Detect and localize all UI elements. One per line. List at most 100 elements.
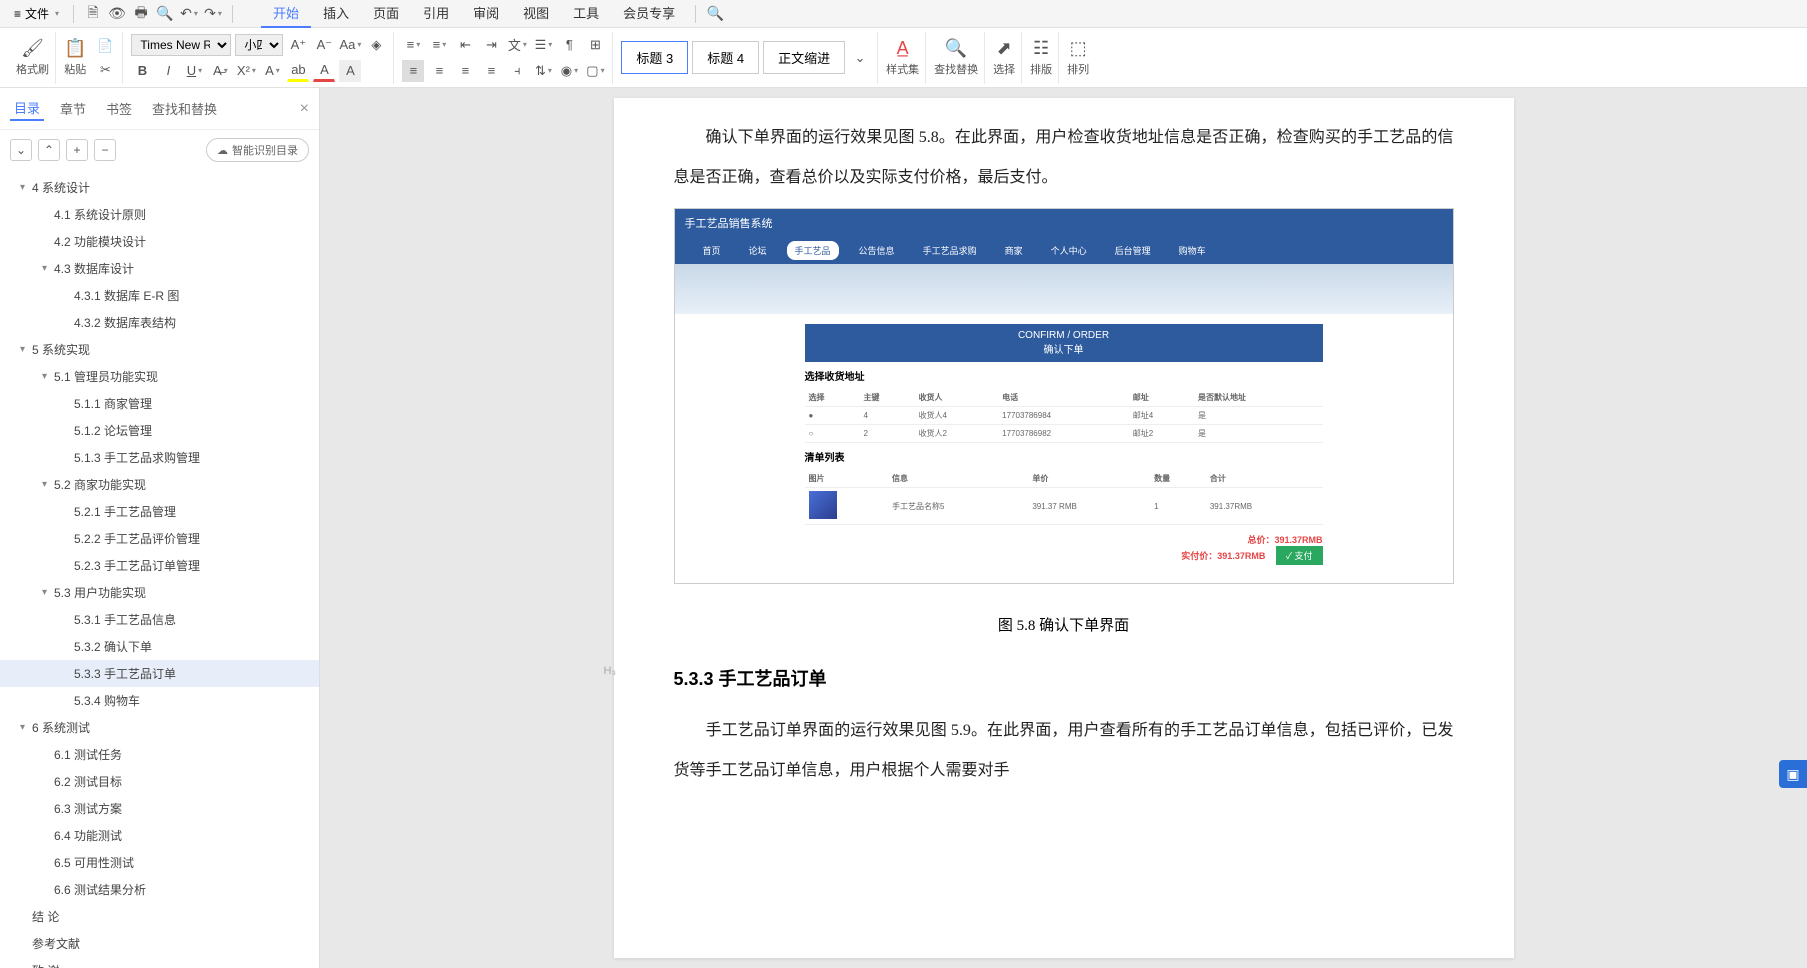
toc-item[interactable]: 结 论 — [0, 903, 319, 930]
number-list-button[interactable]: ≡▾ — [428, 34, 450, 56]
format-brush-button[interactable]: 🖌 格式刷 — [16, 38, 49, 77]
align-left-button[interactable]: ≡ — [402, 60, 424, 82]
panel-close-button[interactable]: × — [300, 100, 309, 118]
align-center-button[interactable]: ≡ — [428, 60, 450, 82]
change-case-button[interactable]: Aa▾ — [339, 34, 361, 56]
toc-item[interactable]: 致 谢 — [0, 957, 319, 968]
increase-font-button[interactable]: A⁺ — [287, 34, 309, 56]
toc-item[interactable]: 6.6 测试结果分析 — [0, 876, 319, 903]
toc-item[interactable]: 6.5 可用性测试 — [0, 849, 319, 876]
toc-item[interactable]: ▾6 系统测试 — [0, 714, 319, 741]
toc-item[interactable]: 5.2.2 手工艺品评价管理 — [0, 525, 319, 552]
emphasis-button[interactable]: A▾ — [261, 60, 283, 82]
tab-view[interactable]: 视图 — [511, 0, 561, 28]
smart-recognize-button[interactable]: ☁ 智能识别目录 — [206, 138, 309, 162]
toc-item[interactable]: 4.1 系统设计原则 — [0, 201, 319, 228]
toc-item[interactable]: ▾5.3 用户功能实现 — [0, 579, 319, 606]
bold-button[interactable]: B — [131, 60, 153, 82]
toc-item[interactable]: ▾5 系统实现 — [0, 336, 319, 363]
find-replace-button[interactable]: 🔍 查找替换 — [934, 38, 978, 77]
toc-item[interactable]: ▾5.2 商家功能实现 — [0, 471, 319, 498]
font-size-select[interactable]: 小四 — [235, 34, 283, 56]
tab-page[interactable]: 页面 — [361, 0, 411, 28]
toc-item[interactable]: 6.2 测试目标 — [0, 768, 319, 795]
border-button[interactable]: ⊞ — [584, 34, 606, 56]
print-icon[interactable]: 🖶 — [130, 3, 152, 25]
underline-button[interactable]: U▾ — [183, 60, 205, 82]
highlight-button[interactable]: ab — [287, 60, 309, 82]
tab-insert[interactable]: 插入 — [311, 0, 361, 28]
style-more-button[interactable]: ⌄ — [849, 47, 871, 69]
redo-icon[interactable]: ↷▾ — [202, 3, 224, 25]
font-name-select[interactable]: Times New Roma — [131, 34, 231, 56]
toc-item[interactable]: 5.3.1 手工艺品信息 — [0, 606, 319, 633]
toc-item[interactable]: ▾5.1 管理员功能实现 — [0, 363, 319, 390]
italic-button[interactable]: I — [157, 60, 179, 82]
expand-down-button[interactable]: ⌄ — [10, 139, 32, 161]
toc-item[interactable]: 5.1.1 商家管理 — [0, 390, 319, 417]
panel-tab-toc[interactable]: 目录 — [10, 96, 44, 121]
file-menu[interactable]: ≡ 文件 ▾ — [8, 3, 65, 24]
char-shading-button[interactable]: A — [339, 60, 361, 82]
toc-item[interactable]: 5.1.3 手工艺品求购管理 — [0, 444, 319, 471]
toc-item[interactable]: 4.2 功能模块设计 — [0, 228, 319, 255]
panel-tab-find[interactable]: 查找和替换 — [148, 97, 221, 120]
style-body-indent[interactable]: 正文缩进 — [763, 41, 845, 74]
decrease-font-button[interactable]: A⁻ — [313, 34, 335, 56]
tab-review[interactable]: 审阅 — [461, 0, 511, 28]
toc-item[interactable]: 5.2.1 手工艺品管理 — [0, 498, 319, 525]
select-button[interactable]: ⬈ 选择 — [993, 38, 1015, 77]
style-heading3[interactable]: 标题 3 — [621, 41, 688, 74]
toc-item[interactable]: 6.1 测试任务 — [0, 741, 319, 768]
strikethrough-button[interactable]: A̶▾ — [209, 60, 231, 82]
style-heading4[interactable]: 标题 4 — [692, 41, 759, 74]
paste-button[interactable]: 📋 粘贴 — [64, 38, 86, 77]
tab-tools[interactable]: 工具 — [561, 0, 611, 28]
clear-format-button[interactable]: ◈ — [365, 34, 387, 56]
collapse-up-button[interactable]: ⌃ — [38, 139, 60, 161]
preview-icon[interactable]: 🔍 — [154, 3, 176, 25]
line-spacing-button[interactable]: ⇅▾ — [532, 60, 554, 82]
show-marks-button[interactable]: ¶ — [558, 34, 580, 56]
toc-item[interactable]: 参考文献 — [0, 930, 319, 957]
copy-button[interactable]: 📄 — [94, 35, 116, 57]
font-color-button[interactable]: A — [313, 60, 335, 82]
toc-item[interactable]: 5.3.3 手工艺品订单 — [0, 660, 319, 687]
style-set-button[interactable]: A̲ 样式集 — [886, 38, 919, 77]
distribute-button[interactable]: ⫞ — [506, 60, 528, 82]
undo-icon[interactable]: ↶▾ — [178, 3, 200, 25]
align-justify-button[interactable]: ≡ — [480, 60, 502, 82]
tab-start[interactable]: 开始 — [261, 0, 311, 28]
toc-item[interactable]: 5.1.2 论坛管理 — [0, 417, 319, 444]
decrease-indent-button[interactable]: ⇤ — [454, 34, 476, 56]
toc-item[interactable]: 4.3.2 数据库表结构 — [0, 309, 319, 336]
text-direction-button[interactable]: 文▾ — [506, 34, 528, 56]
superscript-button[interactable]: X²▾ — [235, 60, 257, 82]
arrange-button[interactable]: ⬚ 排列 — [1067, 38, 1089, 77]
increase-indent-button[interactable]: ⇥ — [480, 34, 502, 56]
toc-item[interactable]: ▾4 系统设计 — [0, 174, 319, 201]
tab-member[interactable]: 会员专享 — [611, 0, 687, 28]
toc-item[interactable]: 6.3 测试方案 — [0, 795, 319, 822]
panel-tab-bookmark[interactable]: 书签 — [102, 97, 136, 120]
remove-button[interactable]: − — [94, 139, 116, 161]
sort-button[interactable]: ☰▾ — [532, 34, 554, 56]
toc-item[interactable]: 6.4 功能测试 — [0, 822, 319, 849]
document-area[interactable]: 确认下单界面的运行效果见图 5.8。在此界面，用户检查收货地址信息是否正确，检查… — [320, 88, 1807, 968]
cut-button[interactable]: ✂ — [94, 59, 116, 81]
print-preview-icon[interactable]: 👁 — [106, 3, 128, 25]
align-right-button[interactable]: ≡ — [454, 60, 476, 82]
toc-item[interactable]: ▾4.3 数据库设计 — [0, 255, 319, 282]
toc-item[interactable]: 5.3.4 购物车 — [0, 687, 319, 714]
save-icon[interactable]: 🗎 — [82, 3, 104, 25]
toc-item[interactable]: 4.3.1 数据库 E-R 图 — [0, 282, 319, 309]
layout-button[interactable]: ☷ 排版 — [1030, 38, 1052, 77]
add-button[interactable]: + — [66, 139, 88, 161]
panel-tab-chapter[interactable]: 章节 — [56, 97, 90, 120]
borders-button[interactable]: ▢▾ — [584, 60, 606, 82]
right-float-button[interactable]: ▣ — [1779, 760, 1807, 788]
tab-reference[interactable]: 引用 — [411, 0, 461, 28]
search-icon[interactable]: 🔍 — [704, 3, 726, 25]
toc-item[interactable]: 5.3.2 确认下单 — [0, 633, 319, 660]
shading-button[interactable]: ◉▾ — [558, 60, 580, 82]
